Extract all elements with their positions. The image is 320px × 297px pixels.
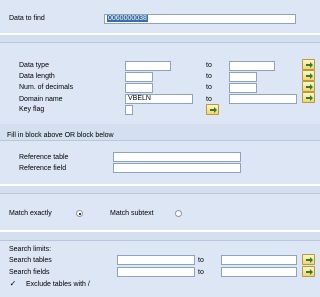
domain-name-from-input[interactable]: VBELN: [125, 94, 193, 104]
key-flag-input[interactable]: [125, 105, 133, 115]
data-type-to-input[interactable]: [229, 61, 275, 71]
domain-name-multiselect-button[interactable]: [302, 92, 315, 103]
num-decimals-multiselect-button[interactable]: [302, 81, 315, 92]
match-subtext-label: Match subtext: [110, 210, 154, 217]
data-type-from-input[interactable]: [125, 61, 171, 71]
search-tables-multiselect-button[interactable]: [302, 254, 315, 265]
data-type-multiselect-button[interactable]: [302, 59, 315, 70]
num-decimals-to-input[interactable]: [229, 83, 257, 93]
arrow-right-icon: [306, 269, 313, 275]
separator: [0, 230, 320, 232]
data-length-multiselect-button[interactable]: [302, 70, 315, 81]
separator: [0, 33, 320, 35]
match-exactly-label: Match exactly: [9, 210, 52, 217]
data-type-to-label: to: [206, 62, 212, 69]
domain-name-to-input[interactable]: [229, 94, 297, 104]
search-tables-from-input[interactable]: [117, 255, 195, 265]
arrow-right-icon: [306, 62, 313, 68]
search-fields-multiselect-button[interactable]: [302, 266, 315, 277]
data-length-from-input[interactable]: [125, 72, 153, 82]
data-length-label: Data length: [19, 73, 55, 80]
num-decimals-label: Num. of decimals: [19, 84, 74, 91]
search-tables-to-label: to: [198, 257, 204, 264]
arrow-right-icon: [306, 84, 313, 90]
reference-table-input[interactable]: [113, 152, 241, 162]
arrow-right-icon: [306, 95, 313, 101]
match-exactly-radio[interactable]: [76, 210, 83, 217]
num-decimals-from-input[interactable]: [125, 83, 153, 93]
data-to-find-input[interactable]: 0060000038: [104, 14, 296, 24]
data-to-find-value: 0060000038: [107, 15, 148, 22]
reference-field-label: Reference field: [19, 165, 67, 172]
exclude-tables-checkbox[interactable]: ✓: [9, 280, 17, 288]
key-flag-label: Key flag: [19, 106, 45, 113]
domain-name-to-label: to: [206, 96, 212, 103]
reference-field-input[interactable]: [113, 163, 241, 173]
data-to-find-label: Data to find: [9, 15, 45, 22]
arrow-right-icon: [306, 257, 313, 263]
search-limits-heading: Search limits:: [9, 246, 52, 253]
match-subtext-radio[interactable]: [175, 210, 182, 217]
data-length-to-label: to: [206, 73, 212, 80]
arrow-right-icon: [306, 73, 313, 79]
num-decimals-to-label: to: [206, 84, 212, 91]
search-fields-to-input[interactable]: [221, 267, 297, 277]
search-tables-to-input[interactable]: [221, 255, 297, 265]
arrow-right-icon: [210, 107, 217, 113]
key-flag-multiselect-button[interactable]: [206, 104, 219, 115]
data-type-label: Data type: [19, 62, 49, 69]
domain-name-label: Domain name: [19, 96, 63, 103]
search-fields-label: Search fields: [9, 269, 50, 276]
reference-heading: Fill in block above OR block below: [7, 132, 114, 139]
search-fields-from-input[interactable]: [117, 267, 195, 277]
data-length-to-input[interactable]: [229, 72, 257, 82]
reference-table-label: Reference table: [19, 154, 69, 161]
search-fields-to-label: to: [198, 269, 204, 276]
exclude-tables-label: Exclude tables with /: [26, 281, 90, 288]
search-tables-label: Search tables: [9, 257, 52, 264]
separator: [0, 184, 320, 186]
